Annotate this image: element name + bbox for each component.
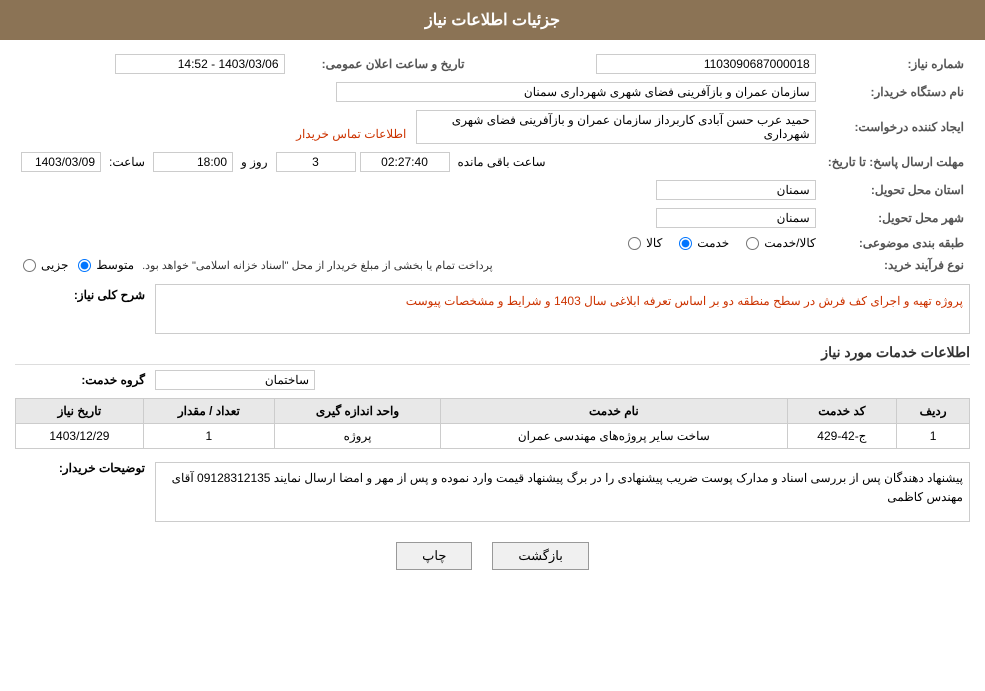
- shomara-niaz-value: 1103090687000018: [471, 50, 822, 78]
- sharh-koli-label: شرح کلی نیاز:: [74, 288, 145, 302]
- radio-jozi-label: جزیی: [41, 258, 68, 272]
- buttons-row: بازگشت چاپ: [15, 542, 970, 570]
- ijad-link[interactable]: اطلاعات تماس خریدار: [296, 127, 406, 141]
- page-wrapper: جزئیات اطلاعات نیاز شماره نیاز: 11030906…: [0, 0, 985, 691]
- ostan-label: استان محل تحویل:: [822, 176, 970, 204]
- ostan-value: سمنان: [15, 176, 822, 204]
- gorooh-value: ساختمان: [155, 370, 315, 390]
- tarikh-input: 1403/03/09: [21, 152, 101, 172]
- rooz-label: روز و: [241, 155, 268, 169]
- ijad-label: ایجاد کننده درخواست:: [822, 106, 970, 148]
- sharh-koli-value: پروژه تهیه و اجرای کف فرش در سطح منطقه د…: [406, 294, 963, 308]
- ijad-value: حمید عرب حسن آبادی کاربرداز سازمان عمران…: [15, 106, 822, 148]
- baqi-input: 02:27:40: [360, 152, 450, 172]
- toozihat-value: پیشنهاد دهندگان پس از بررسی اسناد و مدار…: [172, 471, 963, 504]
- radio-khadamat[interactable]: خدمت: [677, 236, 729, 250]
- col-vahed: واحد اندازه گیری: [274, 399, 440, 424]
- radio-kala-input[interactable]: [628, 237, 641, 250]
- back-button[interactable]: بازگشت: [492, 542, 588, 570]
- cell-tedad: 1: [143, 424, 274, 449]
- radio-kala-khadamat-label: کالا/خدمت: [764, 236, 815, 250]
- mohlat-row-inner: 1403/03/09 ساعت: 18:00 روز و 3 02:27:40 …: [21, 152, 816, 172]
- radio-kala-khadamat-input[interactable]: [746, 237, 759, 250]
- radio-kala-khadamat[interactable]: کالا/خدمت: [744, 236, 815, 250]
- nooe-farayand-value: جزیی متوسط پرداخت تمام یا بخشی از مبلغ خ…: [15, 254, 822, 276]
- rooz-input: 3: [276, 152, 356, 172]
- tarikh-aalan-label: تاریخ و ساعت اعلان عمومی:: [291, 50, 471, 78]
- info-section: شماره نیاز: 1103090687000018 تاریخ و ساع…: [15, 50, 970, 276]
- nooe-farayand-label: نوع فرآیند خرید:: [822, 254, 970, 276]
- tabaqe-radio-group: کالا خدمت کالا/خدمت: [626, 236, 816, 250]
- baqi-label: ساعت باقی مانده: [458, 155, 546, 169]
- print-button[interactable]: چاپ: [396, 542, 472, 570]
- col-kod: کد خدمت: [787, 399, 897, 424]
- cell-vahed: پروژه: [274, 424, 440, 449]
- toozihat-label: توضیحات خریدار:: [59, 461, 145, 475]
- ostan-input: سمنان: [656, 180, 816, 200]
- cell-radif: 1: [897, 424, 970, 449]
- radio-motovaset-input[interactable]: [78, 259, 91, 272]
- col-tarikh: تاریخ نیاز: [16, 399, 144, 424]
- radio-kala-label: کالا: [646, 236, 662, 250]
- saaat-input: 18:00: [153, 152, 233, 172]
- radio-motovaset[interactable]: متوسط: [76, 258, 134, 272]
- radio-khadamat-label: خدمت: [697, 236, 729, 250]
- saaat-label: ساعت:: [109, 155, 145, 169]
- content-area: شماره نیاز: 1103090687000018 تاریخ و ساع…: [0, 40, 985, 590]
- ettelaat-khadamat-title: اطلاعات خدمات مورد نیاز: [15, 344, 970, 365]
- shahr-input: سمنان: [656, 208, 816, 228]
- radio-kala[interactable]: کالا: [626, 236, 662, 250]
- shahr-value: سمنان: [15, 204, 822, 232]
- services-table: ردیف کد خدمت نام خدمت واحد اندازه گیری ت…: [15, 398, 970, 449]
- toozihat-box: پیشنهاد دهندگان پس از بررسی اسناد و مدار…: [155, 462, 970, 522]
- mohlat-row: 1403/03/09 ساعت: 18:00 روز و 3 02:27:40 …: [15, 148, 822, 176]
- shomara-niaz-label: شماره نیاز:: [822, 50, 970, 78]
- col-name: نام خدمت: [441, 399, 787, 424]
- radio-jozi[interactable]: جزیی: [21, 258, 68, 272]
- gorooh-label: گروه خدمت:: [15, 373, 145, 387]
- ijad-input: حمید عرب حسن آبادی کاربرداز سازمان عمران…: [416, 110, 816, 144]
- cell-name: ساخت سایر پروژه‌های مهندسی عمران: [441, 424, 787, 449]
- tarikh-aalan-value: 1403/03/06 - 14:52: [15, 50, 291, 78]
- name-dastgah-label: نام دستگاه خریدار:: [822, 78, 970, 106]
- radio-jozi-input[interactable]: [23, 259, 36, 272]
- page-title: جزئیات اطلاعات نیاز: [425, 12, 560, 29]
- radio-motovaset-label: متوسط: [96, 258, 134, 272]
- col-radif: ردیف: [897, 399, 970, 424]
- name-dastgah-input: سازمان عمران و بازآفرینی فضای شهری شهردا…: [336, 82, 816, 102]
- col-tedad: تعداد / مقدار: [143, 399, 274, 424]
- farayand-group-row: جزیی متوسط پرداخت تمام یا بخشی از مبلغ خ…: [21, 258, 816, 272]
- radio-khadamat-input[interactable]: [679, 237, 692, 250]
- page-header: جزئیات اطلاعات نیاز: [0, 0, 985, 40]
- shahr-label: شهر محل تحویل:: [822, 204, 970, 232]
- mohlat-label: مهلت ارسال پاسخ: تا تاریخ:: [822, 148, 970, 176]
- tabaqe-label: طبقه بندی موضوعی:: [822, 232, 970, 254]
- shomara-niaz-input: 1103090687000018: [596, 54, 816, 74]
- name-dastgah-value: سازمان عمران و بازآفرینی فضای شهری شهردا…: [15, 78, 822, 106]
- tarikh-aalan-input: 1403/03/06 - 14:52: [115, 54, 285, 74]
- farayand-note: پرداخت تمام یا بخشی از مبلغ خریدار از مح…: [142, 259, 493, 272]
- table-row: 1ج-42-429ساخت سایر پروژه‌های مهندسی عمرا…: [16, 424, 970, 449]
- tabaqe-value: کالا خدمت کالا/خدمت: [15, 232, 822, 254]
- sharh-koli-box: پروژه تهیه و اجرای کف فرش در سطح منطقه د…: [155, 284, 970, 334]
- cell-tarikh: 1403/12/29: [16, 424, 144, 449]
- cell-kod: ج-42-429: [787, 424, 897, 449]
